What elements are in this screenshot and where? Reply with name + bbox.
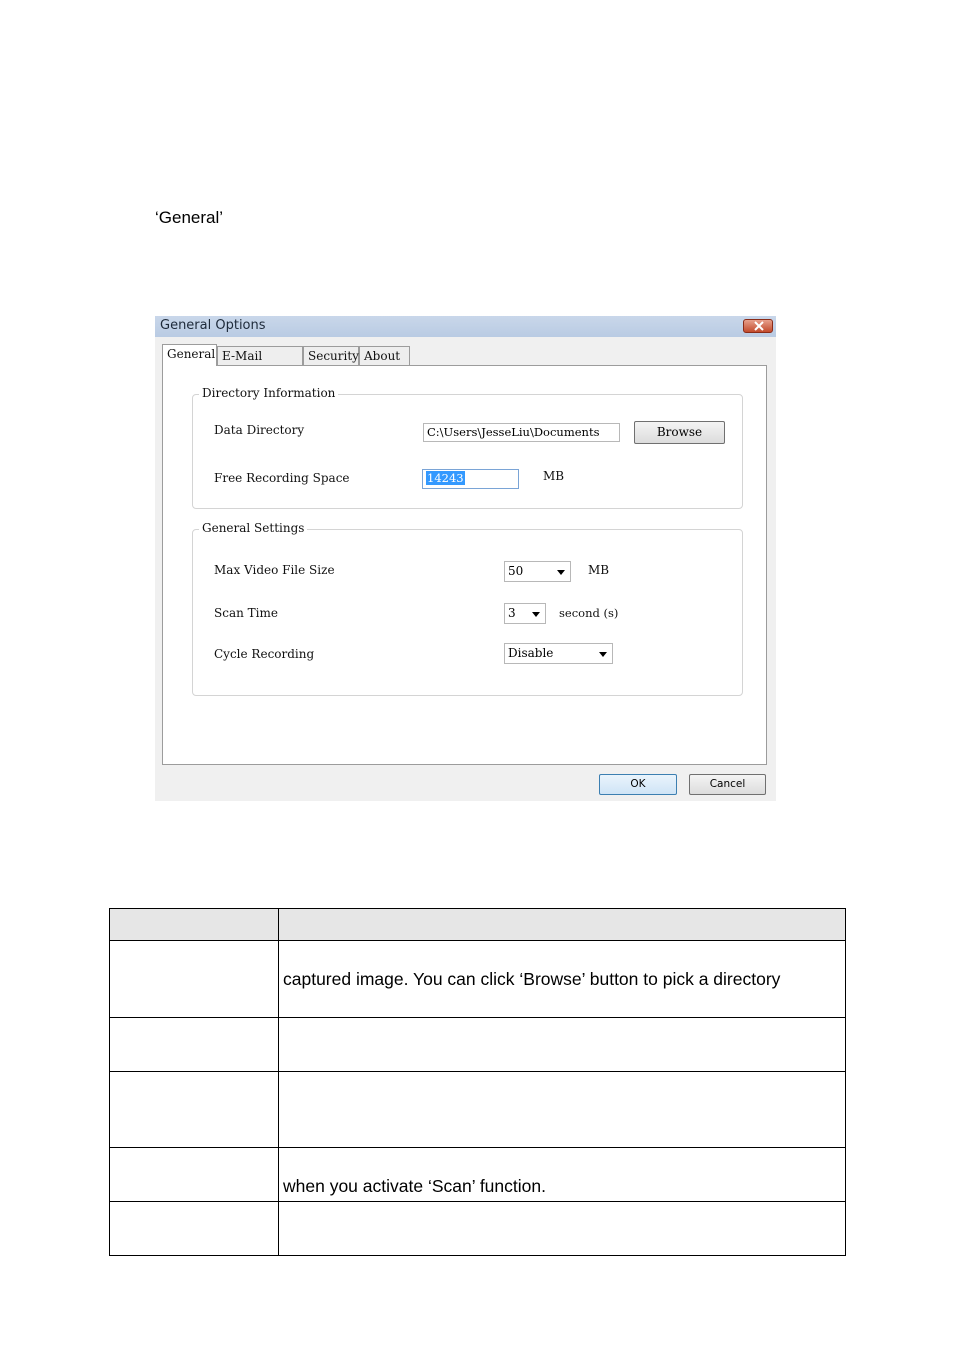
- max-video-file-size-label: Max Video File Size: [214, 563, 335, 577]
- ok-button[interactable]: OK: [599, 774, 677, 795]
- table-header-cell: [278, 908, 846, 941]
- cancel-button[interactable]: Cancel: [689, 774, 766, 795]
- group-legend: Directory Information: [199, 386, 339, 400]
- tab-panel-general: Directory Information Data Directory C:\…: [162, 365, 767, 765]
- select-value: 3: [508, 606, 516, 620]
- chevron-down-icon: [557, 570, 565, 575]
- table-row: captured image. You can click ‘Browse’ b…: [109, 940, 846, 1018]
- chevron-down-icon: [599, 652, 607, 657]
- free-space-unit: MB: [543, 469, 565, 483]
- table-cell: [278, 1071, 846, 1148]
- table-cell: captured image. You can click ‘Browse’ b…: [278, 940, 846, 1018]
- table-cell: [109, 940, 279, 1018]
- scan-time-label: Scan Time: [214, 606, 278, 620]
- max-size-unit: MB: [588, 563, 610, 577]
- scan-time-unit: second (s): [559, 606, 619, 620]
- table-cell: [109, 1017, 279, 1072]
- cycle-recording-label: Cycle Recording: [214, 647, 315, 661]
- table-cell: [109, 1201, 279, 1256]
- tab-about[interactable]: About: [359, 346, 410, 365]
- tab-email-setting[interactable]: E-Mail Setting: [217, 346, 303, 381]
- free-recording-space-label: Free Recording Space: [214, 471, 350, 485]
- data-directory-field[interactable]: C:\Users\JesseLiu\Documents: [423, 423, 620, 442]
- free-recording-space-field[interactable]: 14243: [422, 469, 519, 489]
- scan-time-select[interactable]: 3: [504, 603, 546, 624]
- dialog-titlebar[interactable]: General Options: [155, 316, 776, 337]
- table-row: [109, 1017, 846, 1072]
- browse-button[interactable]: Browse: [634, 421, 725, 444]
- table-row: [109, 1201, 846, 1256]
- cycle-recording-select[interactable]: Disable: [504, 643, 613, 664]
- data-directory-label: Data Directory: [214, 423, 305, 437]
- select-value: 50: [508, 564, 524, 578]
- table-cell: [109, 1071, 279, 1148]
- select-value: Disable: [508, 646, 554, 660]
- group-legend: General Settings: [199, 521, 308, 535]
- table-cell: [109, 1147, 279, 1202]
- table-row: [109, 1071, 846, 1148]
- general-options-dialog: General Options General E-Mail Setting S…: [155, 316, 776, 801]
- settings-description-table: captured image. You can click ‘Browse’ b…: [109, 908, 846, 1256]
- max-video-file-size-select[interactable]: 50: [504, 561, 571, 582]
- chevron-down-icon: [532, 612, 540, 617]
- table-row: when you activate ‘Scan’ function.: [109, 1147, 846, 1202]
- tab-general[interactable]: General: [162, 344, 217, 366]
- general-settings-group: General Settings Max Video File Size 50 …: [192, 521, 743, 696]
- section-heading: ‘General’: [155, 208, 224, 227]
- dialog-title: General Options: [160, 318, 266, 333]
- table-header-row: [109, 908, 846, 941]
- directory-information-group: Directory Information Data Directory C:\…: [192, 386, 743, 509]
- table-header-cell: [109, 908, 279, 941]
- selected-value: 14243: [426, 471, 465, 485]
- table-cell: [278, 1017, 846, 1072]
- table-cell: [278, 1201, 846, 1256]
- table-cell: when you activate ‘Scan’ function.: [278, 1147, 846, 1202]
- close-button[interactable]: [743, 319, 773, 333]
- tab-security[interactable]: Security: [303, 346, 359, 365]
- close-icon: [754, 321, 764, 331]
